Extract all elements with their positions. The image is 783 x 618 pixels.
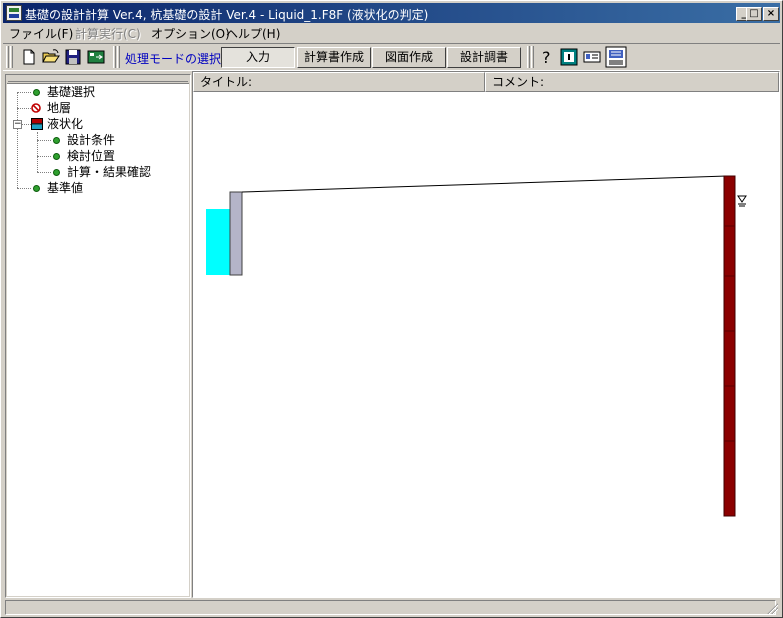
left-panel: − 基礎選択 地層 液状化 設計条件 検討位置 計算・結果確認 基準値 <box>5 74 191 598</box>
toolbar-grip[interactable] <box>113 46 116 68</box>
mode-report-button[interactable]: 計算書作成 <box>297 47 371 68</box>
title-bar[interactable]: 基礎の設計計算 Ver.4, 杭基礎の設計 Ver.4 - Liquid_1.F… <box>3 3 780 23</box>
panel-header <box>8 76 188 82</box>
mode-design-sheet-button[interactable]: 設計調書 <box>447 47 521 68</box>
tree-item-label: 地層 <box>47 101 72 115</box>
window-title: 基礎の設計計算 Ver.4, 杭基礎の設計 Ver.4 - Liquid_1.F… <box>25 8 429 22</box>
new-file-icon[interactable] <box>20 48 38 66</box>
card-icon[interactable] <box>583 48 601 66</box>
toolbar-grip[interactable] <box>531 46 534 68</box>
menu-file[interactable]: ファイル(F) <box>9 25 73 42</box>
ground-surface-line <box>241 175 728 193</box>
tree-item-label: 基礎選択 <box>47 85 96 99</box>
comment-field-label[interactable]: コメント: <box>485 72 779 92</box>
help-question-icon[interactable]: ? <box>537 48 555 66</box>
toolbar-grip[interactable] <box>527 46 530 68</box>
tree-item-label: 設計条件 <box>67 133 116 147</box>
app-icon[interactable] <box>6 5 22 21</box>
green-dot-icon <box>53 137 60 144</box>
navigation-tree[interactable]: − 基礎選択 地層 液状化 設計条件 検討位置 計算・結果確認 基準値 <box>7 83 189 596</box>
toolbar-grip[interactable] <box>10 46 13 68</box>
mode-drawing-button[interactable]: 図面作成 <box>372 47 446 68</box>
calc-run-icon[interactable] <box>87 48 105 66</box>
water-level-marker <box>737 195 747 207</box>
open-folder-icon[interactable] <box>42 48 60 66</box>
status-pane <box>5 600 776 615</box>
green-dot-icon <box>53 153 60 160</box>
maximize-button[interactable]: □ <box>746 7 762 21</box>
svg-text:?: ? <box>542 48 551 66</box>
status-bar <box>3 600 780 616</box>
tree-item-label: 液状化 <box>47 117 84 131</box>
tree-item-label: 基準値 <box>47 181 84 195</box>
tree-item-label: 計算・結果確認 <box>67 165 152 179</box>
no-entry-icon <box>31 103 41 113</box>
title-field-label[interactable]: タイトル: <box>193 72 485 92</box>
tree-item-label: 検討位置 <box>67 149 116 163</box>
green-dot-icon <box>53 169 60 176</box>
menu-help[interactable]: ヘルプ(H) <box>226 25 280 42</box>
mode-input-button[interactable]: 入力 <box>221 47 295 68</box>
toolbar-grip[interactable] <box>117 46 120 68</box>
main-view: タイトル: コメント: <box>192 71 780 598</box>
menu-options[interactable]: オプション(O) <box>151 25 230 42</box>
retaining-wall <box>229 191 243 276</box>
pile <box>723 175 736 517</box>
tree-collapse-toggle[interactable]: − <box>13 120 22 129</box>
header-bar: タイトル: コメント: <box>193 72 779 92</box>
green-dot-icon <box>33 185 40 192</box>
water-block <box>206 209 231 275</box>
application-window: 基礎の設計計算 Ver.4, 杭基礎の設計 Ver.4 - Liquid_1.F… <box>0 0 783 618</box>
liquefaction-icon <box>31 118 43 130</box>
toolbar-grip[interactable] <box>6 46 9 68</box>
liquefaction-diagram[interactable] <box>193 92 779 597</box>
close-button[interactable]: × <box>763 7 779 21</box>
export-icon[interactable] <box>605 46 627 68</box>
mode-select-label: 処理モードの選択 <box>125 52 222 66</box>
menu-bar: ファイル(F) 計算実行(C) オプション(O) ヘルプ(H) <box>3 23 780 41</box>
save-disk-icon[interactable] <box>64 48 82 66</box>
toolbar: 処理モードの選択 入力 計算書作成 図面作成 設計調書 ? <box>3 43 780 71</box>
monitor-icon[interactable] <box>560 48 578 66</box>
green-dot-icon <box>33 89 40 96</box>
menu-calc-run[interactable]: 計算実行(C) <box>75 25 141 42</box>
resize-grip-icon[interactable] <box>766 602 778 614</box>
